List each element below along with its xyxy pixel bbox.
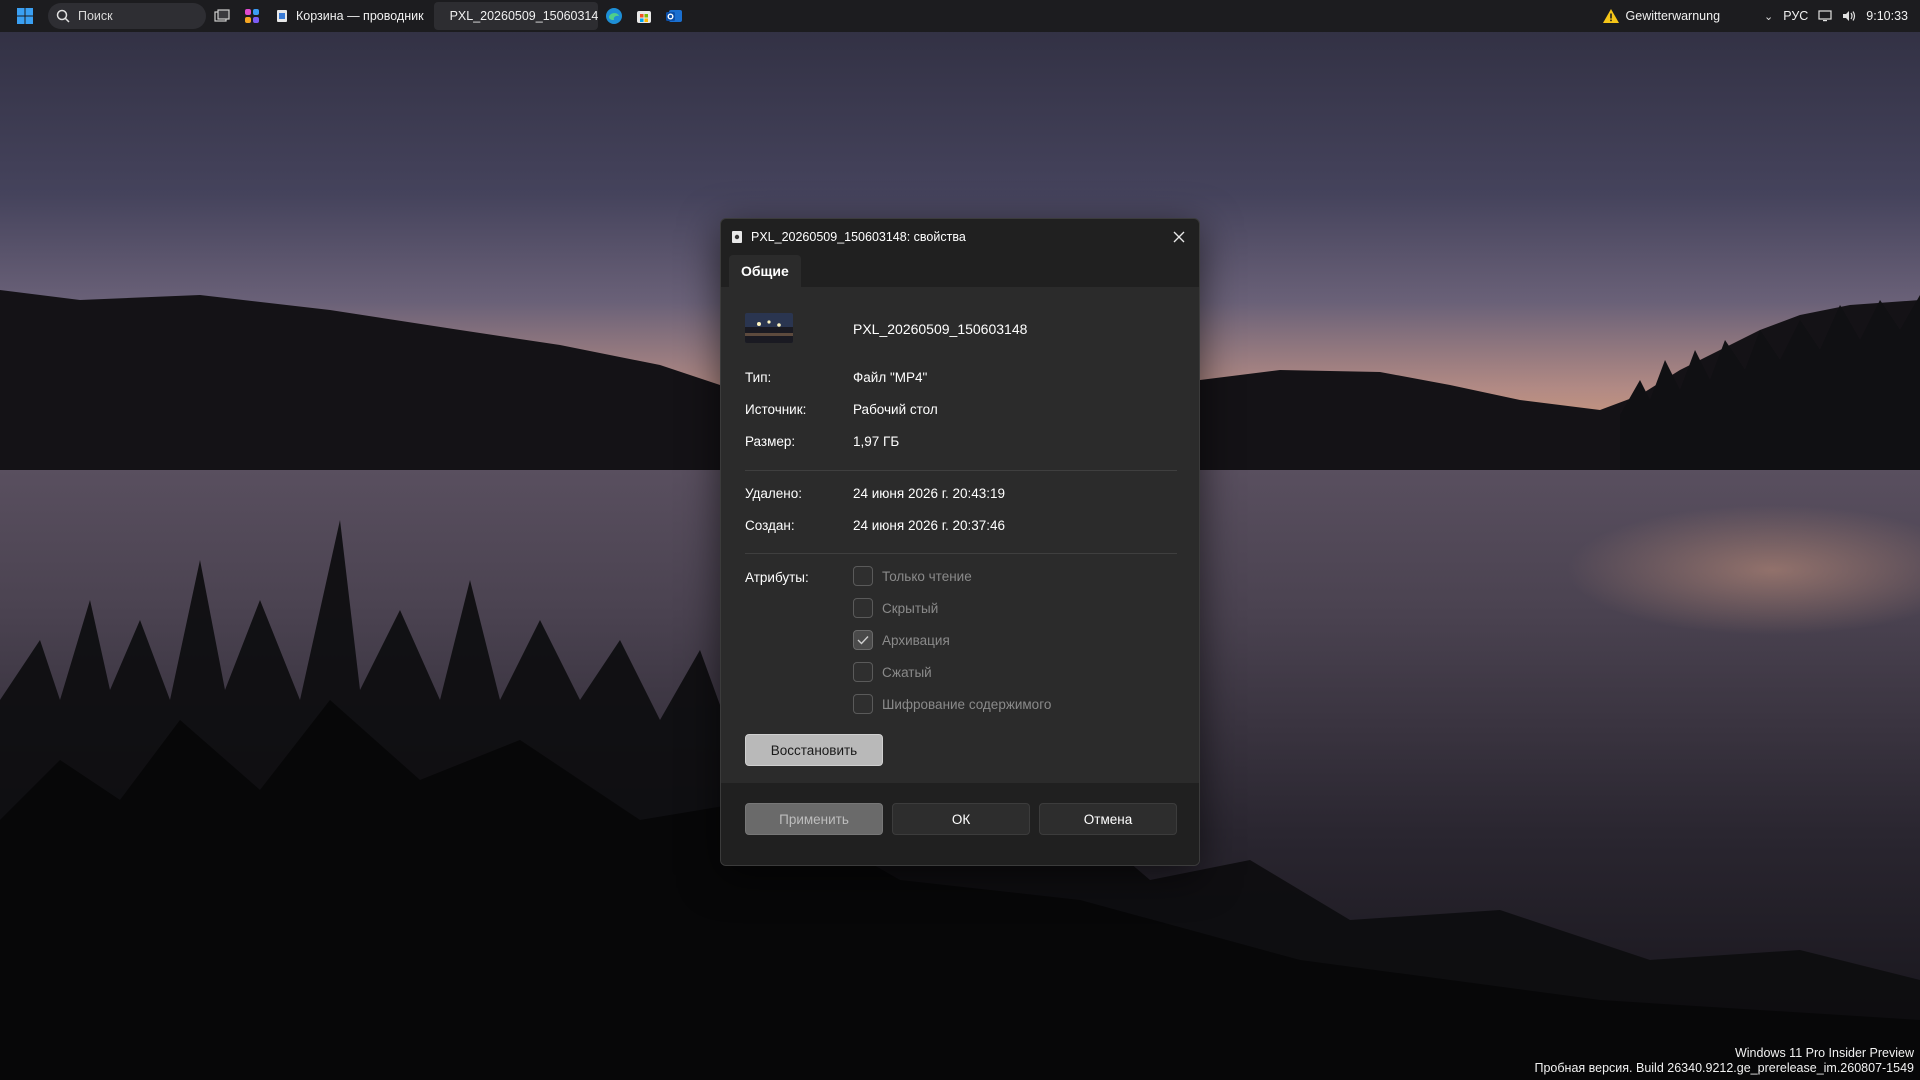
close-button[interactable]: [1165, 223, 1193, 251]
taskbar-app-label: Корзина — проводник: [296, 9, 424, 23]
attribute-archive[interactable]: Архивация: [853, 630, 950, 650]
taskbar-edge-button[interactable]: [600, 2, 628, 30]
search-placeholder: Поиск: [78, 9, 113, 23]
store-icon: [636, 11, 651, 23]
attribute-label: Только чтение: [882, 568, 972, 584]
taskbar: Поиск Корзина — проводник PXL_20260509_1…: [0, 0, 1920, 32]
taskbar-store-button[interactable]: [630, 2, 658, 30]
search-icon: [56, 9, 70, 23]
weather-text: Gewitterwarnung: [1625, 9, 1721, 23]
build-watermark: Windows 11 Pro Insider Preview Пробная в…: [1535, 1046, 1915, 1076]
attributes-label: Атрибуты:: [745, 570, 809, 585]
source-value: Рабочий стол: [853, 402, 938, 417]
attribute-label: Архивация: [882, 632, 950, 648]
size-label: Размер:: [745, 434, 796, 449]
taskbar-app-label: PXL_20260509_15060314: [449, 9, 598, 23]
warning-icon: [1602, 9, 1619, 23]
taskbar-app-properties[interactable]: PXL_20260509_15060314: [433, 2, 598, 30]
outlook-icon: [665, 10, 682, 22]
dialog-title: PXL_20260509_150603148: свойства: [751, 230, 966, 244]
ok-button[interactable]: ОК: [892, 803, 1030, 835]
taskbar-search[interactable]: Поиск: [48, 3, 206, 29]
watermark-line: Пробная версия. Build 26340.9212.ge_prer…: [1534, 1061, 1915, 1075]
copilot-icon: [245, 9, 259, 23]
source-label: Источник:: [745, 402, 807, 417]
task-view-button[interactable]: [208, 2, 236, 30]
dialog-footer: Применить ОК Отмена: [721, 783, 1199, 865]
copilot-button[interactable]: [238, 2, 266, 30]
separator: [745, 470, 1177, 471]
close-icon: [1173, 231, 1185, 243]
start-button[interactable]: [12, 3, 38, 29]
volume-icon[interactable]: [1842, 10, 1856, 22]
edge-icon: [605, 8, 622, 24]
system-tray: Gewitterwarnung ⌄ РУС 9:10:33: [1602, 0, 1920, 32]
archive-checkbox[interactable]: [853, 630, 873, 650]
properties-dialog: PXL_20260509_150603148: свойства Общие P…: [720, 218, 1200, 866]
hidden-checkbox[interactable]: [853, 598, 873, 618]
compressed-checkbox[interactable]: [853, 662, 873, 682]
cancel-button[interactable]: Отмена: [1039, 803, 1177, 835]
attribute-label: Скрытый: [882, 600, 939, 616]
type-label: Тип:: [745, 370, 772, 385]
type-value: Файл "MP4": [853, 370, 928, 385]
windows-logo-icon: [17, 8, 33, 24]
taskbar-clock[interactable]: 9:10:33: [1866, 9, 1908, 23]
apply-button[interactable]: Применить: [745, 803, 883, 835]
weather-widget[interactable]: Gewitterwarnung: [1602, 8, 1721, 24]
language-indicator[interactable]: РУС: [1783, 9, 1808, 23]
size-value: 1,97 ГБ: [853, 434, 900, 449]
created-label: Создан:: [745, 518, 795, 533]
attribute-compressed[interactable]: Сжатый: [853, 662, 932, 682]
attribute-label: Шифрование содержимого: [882, 696, 1052, 712]
created-value: 24 июня 2026 г. 20:37:46: [853, 518, 1006, 533]
file-icon: [732, 231, 742, 243]
file-name: PXL_20260509_150603148: [853, 321, 1028, 337]
encrypted-checkbox[interactable]: [853, 694, 873, 714]
tab-general[interactable]: Общие: [729, 255, 801, 287]
recycle-bin-icon: [277, 10, 287, 22]
deleted-value: 24 июня 2026 г. 20:43:19: [853, 486, 1006, 501]
attribute-hidden[interactable]: Скрытый: [853, 598, 938, 618]
attribute-encrypted[interactable]: Шифрование содержимого: [853, 694, 1051, 714]
taskbar-app-recycle-bin[interactable]: Корзина — проводник: [268, 2, 432, 30]
chevron-up-icon[interactable]: ⌄: [1764, 10, 1773, 23]
taskbar-outlook-button[interactable]: [660, 2, 688, 30]
checkmark-icon: [857, 636, 869, 645]
readonly-checkbox[interactable]: [853, 566, 873, 586]
file-thumbnail: [745, 313, 793, 343]
deleted-label: Удалено:: [745, 486, 803, 501]
attribute-readonly[interactable]: Только чтение: [853, 566, 972, 586]
dialog-content: PXL_20260509_150603148 Тип: Файл "MP4" И…: [721, 287, 1199, 783]
dialog-titlebar[interactable]: PXL_20260509_150603148: свойства: [721, 219, 1199, 255]
dialog-tabs: Общие: [721, 255, 801, 287]
attribute-label: Сжатый: [882, 664, 932, 680]
watermark-line: Windows 11 Pro Insider Preview: [1734, 1046, 1914, 1060]
network-icon[interactable]: [1818, 10, 1832, 22]
restore-button[interactable]: Восстановить: [745, 734, 883, 766]
task-view-icon: [214, 9, 230, 22]
separator: [745, 553, 1177, 554]
